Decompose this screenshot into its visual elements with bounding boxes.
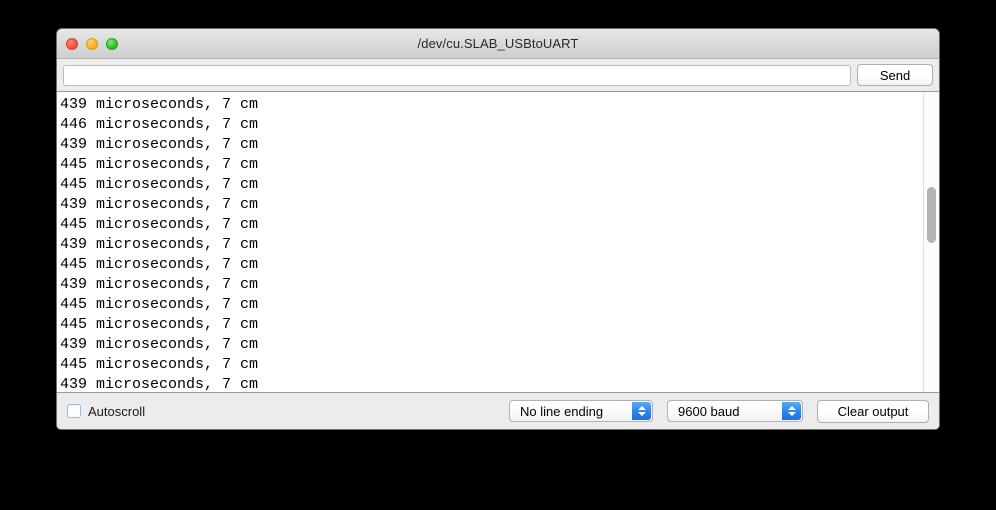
baud-rate-select[interactable]: 9600 baud xyxy=(667,400,803,422)
serial-output-line: 445 microseconds, 7 cm xyxy=(60,296,259,313)
maximize-button-icon[interactable] xyxy=(106,37,118,50)
line-ending-select[interactable]: No line ending xyxy=(509,400,653,422)
clear-output-button[interactable]: Clear output xyxy=(817,399,929,423)
serial-output-line: 445 microseconds, 7 cm xyxy=(60,256,259,273)
serial-output-line: 439 microseconds, 7 cm xyxy=(60,196,259,213)
serial-output-line: 439 microseconds, 7 cm xyxy=(60,136,259,153)
chevron-up-icon xyxy=(787,406,796,410)
serial-output-line: 445 microseconds, 7 cm xyxy=(60,156,259,173)
close-button-icon[interactable] xyxy=(66,37,78,50)
serial-output-line: 445 microseconds, 7 cm xyxy=(60,216,259,233)
window-title: /dev/cu.SLAB_USBtoUART xyxy=(417,36,579,51)
title-bar[interactable]: /dev/cu.SLAB_USBtoUART xyxy=(57,29,939,59)
autoscroll-checkbox[interactable] xyxy=(67,404,81,418)
output-scrollbar[interactable] xyxy=(923,92,939,392)
serial-output-text: 439 microseconds, 7 cm 446 microseconds, … xyxy=(57,92,923,392)
baud-rate-selected-label: 9600 baud xyxy=(678,403,740,419)
serial-output-line: 446 microseconds, 7 cm xyxy=(60,116,259,133)
serial-output-line: 439 microseconds, 7 cm xyxy=(60,276,259,293)
serial-monitor-window: /dev/cu.SLAB_USBtoUART Send 439 microsec… xyxy=(56,28,940,430)
window-controls xyxy=(66,37,118,50)
serial-output-line: 439 microseconds, 7 cm xyxy=(60,336,259,353)
autoscroll-toggle[interactable]: Autoscroll xyxy=(67,404,145,419)
serial-output-line: 439 microseconds, 7 cm xyxy=(60,96,259,113)
scrollbar-thumb[interactable] xyxy=(927,187,936,243)
autoscroll-label: Autoscroll xyxy=(88,403,146,419)
chevron-updown-icon[interactable] xyxy=(782,402,801,420)
serial-output-line: 445 microseconds, 7 cm xyxy=(60,176,259,193)
bottom-toolbar: Autoscroll No line ending 9600 baud Clea… xyxy=(57,393,939,429)
send-row: Send xyxy=(57,59,939,91)
serial-output-area: 439 microseconds, 7 cm 446 microseconds, … xyxy=(57,91,939,393)
chevron-down-icon xyxy=(637,412,646,416)
send-button[interactable]: Send xyxy=(857,64,933,86)
serial-output-line: 445 microseconds, 7 cm xyxy=(60,316,259,333)
line-ending-selected-label: No line ending xyxy=(520,403,604,419)
chevron-down-icon xyxy=(787,412,796,416)
chevron-updown-icon[interactable] xyxy=(632,402,651,420)
minimize-button-icon[interactable] xyxy=(86,37,98,50)
serial-output-line: 445 microseconds, 7 cm xyxy=(60,356,259,373)
chevron-up-icon xyxy=(637,406,646,410)
serial-output-line: 439 microseconds, 7 cm xyxy=(60,236,259,253)
serial-output-line: 439 microseconds, 7 cm xyxy=(60,376,259,392)
send-input[interactable] xyxy=(63,64,851,86)
